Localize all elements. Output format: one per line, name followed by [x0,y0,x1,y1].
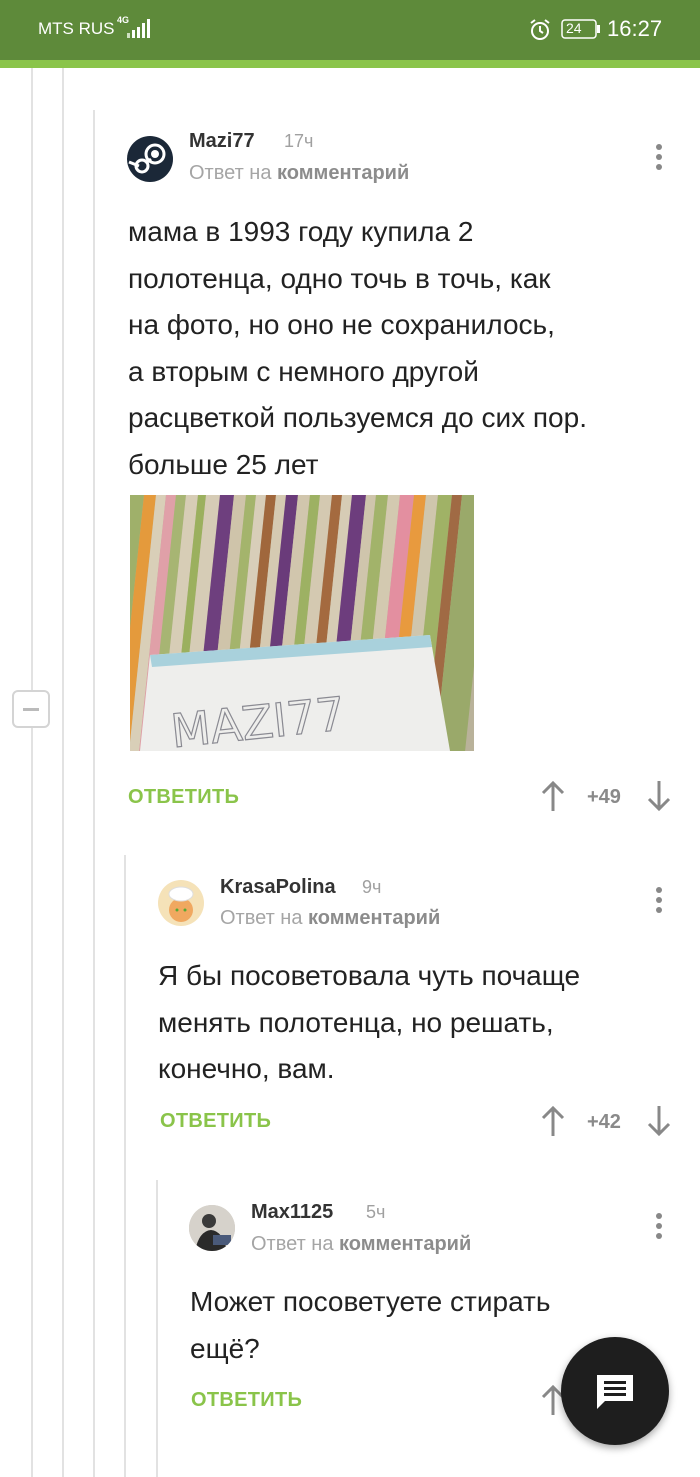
steam-icon [128,143,166,174]
reply-button[interactable]: ОТВЕТИТЬ [128,786,239,809]
reply-target-link[interactable]: комментарий [277,162,409,184]
reply-to-line[interactable]: Ответ на комментарий [220,907,440,930]
reply-button[interactable]: ОТВЕТИТЬ [191,1389,302,1412]
signal-icon [127,19,150,38]
reply-target-link[interactable]: комментарий [339,1233,471,1255]
reply-target-link[interactable]: комментарий [308,907,440,929]
user-photo-avatar-icon [189,1205,235,1251]
upvote-arrow-icon[interactable] [540,1105,566,1137]
alarm-icon [530,19,550,40]
upvote-arrow-icon[interactable] [540,780,566,812]
carrier-name: MTS RUS [38,19,115,38]
reply-to-line[interactable]: Ответ на комментарий [251,1233,471,1256]
status-bar: MTS RUS 4G 24 16:27 [0,0,700,60]
more-options-icon[interactable] [654,144,664,174]
comment-author[interactable]: Mazi77 [189,130,255,153]
battery-level: 24 [566,20,582,36]
avatar[interactable] [158,880,204,926]
header-accent-line [0,60,700,68]
add-comment-button[interactable] [561,1337,669,1445]
reply-button[interactable]: ОТВЕТИТЬ [160,1110,271,1133]
comment-score: +42 [587,1111,621,1133]
avatar[interactable] [127,136,173,182]
avatar[interactable] [189,1205,235,1251]
thread-line [156,1180,158,1477]
clock: 16:27 [607,16,663,41]
comment-score: +49 [587,786,621,808]
downvote-arrow-icon[interactable] [646,780,672,812]
comment-time: 5ч [366,1202,386,1222]
comment-time: 17ч [284,131,314,151]
comment-photo[interactable]: MAZI77 [130,495,474,751]
comment-time: 9ч [362,877,382,897]
towel-photo: MAZI77 [130,495,474,751]
reply-to-line[interactable]: Ответ на комментарий [189,162,409,185]
comment-text: Я бы посоветовала чуть почаще менять пол… [158,960,581,1084]
comment-icon [597,1375,633,1409]
downvote-arrow-icon[interactable] [646,1105,672,1137]
comment-author[interactable]: Max1125 [251,1201,333,1224]
comment-author[interactable]: KrasaPolina [220,876,336,899]
thread-line [124,855,126,1477]
comment-text: мама в 1993 году купила 2 полотенца, одн… [128,216,587,480]
more-options-icon[interactable] [654,887,664,917]
more-options-icon[interactable] [654,1213,664,1243]
thread-line [62,68,64,1477]
thread-line [31,68,33,1477]
chef-avatar-icon [168,886,194,922]
collapse-thread-button[interactable] [12,690,50,728]
thread-line [93,110,95,1477]
